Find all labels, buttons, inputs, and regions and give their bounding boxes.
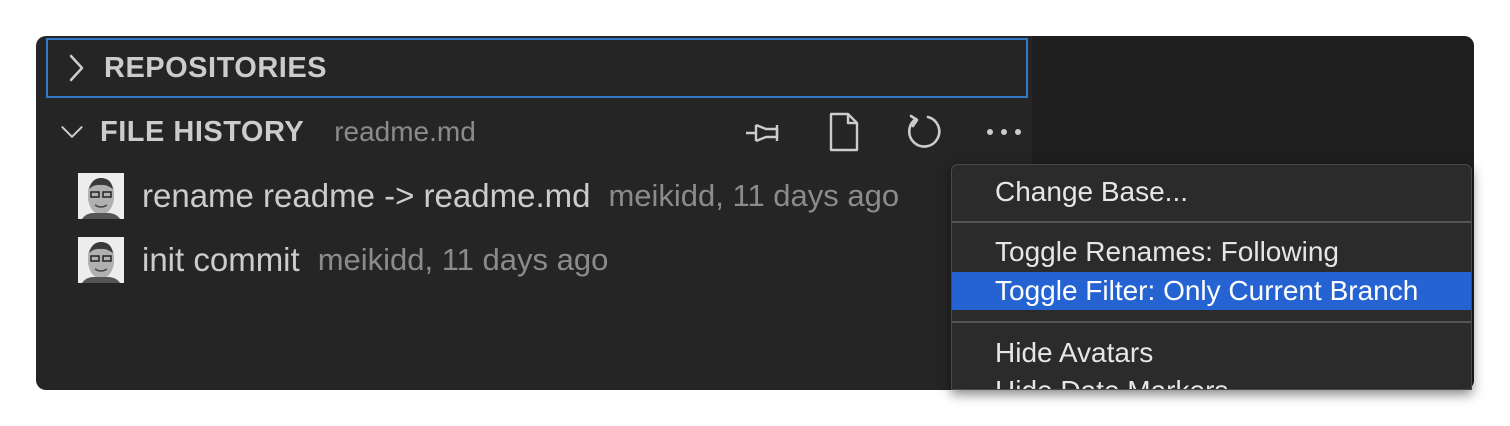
menu-item-hide-avatars[interactable]: Hide Avatars — [952, 334, 1471, 372]
context-menu: Change Base... Toggle Renames: Following… — [951, 164, 1472, 390]
avatar — [78, 173, 124, 219]
menu-item-toggle-renames[interactable]: Toggle Renames: Following — [952, 233, 1471, 271]
commit-row[interactable]: rename readme -> readme.md meikidd, 11 d… — [78, 171, 998, 221]
commit-row[interactable]: init commit meikidd, 11 days ago — [78, 235, 998, 285]
refresh-icon[interactable] — [904, 112, 944, 152]
commit-meta: meikidd, 11 days ago — [608, 178, 900, 213]
commit-message: init commit — [142, 241, 300, 278]
repositories-section-header[interactable]: REPOSITORIES — [46, 38, 1028, 98]
avatar — [78, 237, 124, 283]
more-icon[interactable] — [984, 112, 1024, 152]
menu-separator — [952, 321, 1471, 323]
pin-icon[interactable] — [744, 112, 784, 152]
repositories-title: REPOSITORIES — [104, 51, 328, 84]
file-history-actions — [704, 102, 1032, 162]
file-history-filename: readme.md — [334, 116, 476, 147]
menu-item-hide-date-markers[interactable]: Hide Date Markers — [952, 372, 1471, 389]
commit-meta: meikidd, 11 days ago — [317, 242, 609, 277]
file-history-section-header[interactable]: FILE HISTORY readme.md — [46, 102, 1032, 162]
commit-message: rename readme -> readme.md — [142, 177, 591, 214]
menu-separator — [952, 221, 1471, 223]
menu-item-toggle-filter[interactable]: Toggle Filter: Only Current Branch — [952, 272, 1471, 310]
chevron-down-icon — [60, 120, 84, 144]
file-icon[interactable] — [824, 112, 864, 152]
menu-item-change-base[interactable]: Change Base... — [952, 173, 1471, 211]
chevron-right-icon — [64, 54, 88, 82]
file-history-title: FILE HISTORY — [100, 115, 305, 148]
